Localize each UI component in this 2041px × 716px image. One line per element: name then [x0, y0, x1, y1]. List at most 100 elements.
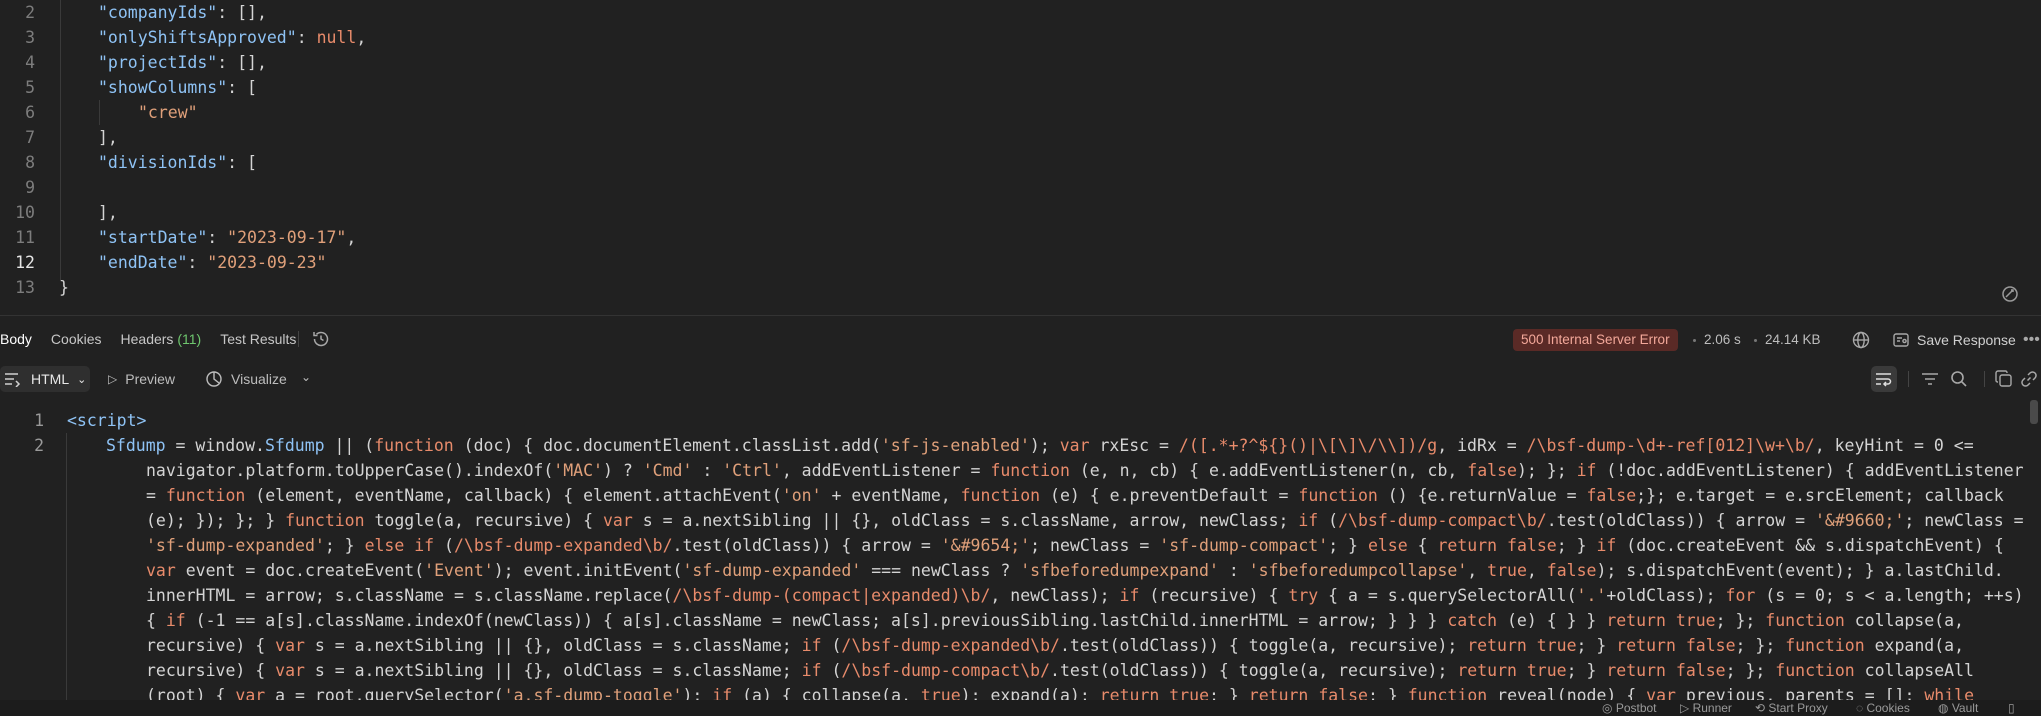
chevron-down-icon: ⌄: [77, 373, 87, 386]
statusbar-trash[interactable]: ▯: [2008, 701, 2015, 716]
preview-button[interactable]: ▷ Preview: [108, 366, 175, 392]
code-token: previous, parents = [];: [1675, 686, 1925, 700]
link-icon[interactable]: [2018, 368, 2040, 390]
line-number: 10: [15, 203, 35, 222]
code-token: rxEsc =: [1089, 436, 1179, 455]
wrap-lines-button[interactable]: [1871, 366, 1897, 392]
code-token: .test(oldClass)) { toggle(a, recursive);: [1050, 661, 1458, 680]
code-token: ,: [356, 28, 367, 47]
code-token: s = a.nextSibling || {}, oldClass = s.cl…: [632, 511, 1299, 530]
visualize-button[interactable]: Visualize: [205, 366, 287, 392]
code-token: return: [1606, 611, 1666, 630]
code-token: return: [1099, 686, 1160, 700]
code-token: collapseAll: [1854, 661, 1974, 680]
format-select[interactable]: HTML ⌄: [0, 366, 90, 392]
statusbar-start-proxy[interactable]: ⟲ Start Proxy: [1755, 701, 1828, 716]
response-tabs: Body Cookies Headers (11) Test Results: [0, 326, 315, 352]
pane-divider[interactable]: [0, 315, 2041, 316]
filter-icon[interactable]: [1919, 368, 1941, 390]
code-token: false: [1586, 486, 1637, 505]
tab-separator: [298, 331, 299, 347]
tab-cookies[interactable]: Cookies: [51, 331, 102, 347]
code-token: ],: [98, 203, 118, 222]
code-token: : [: [227, 153, 257, 172]
code-token: false: [1675, 661, 1726, 680]
code-token: function: [374, 436, 454, 455]
statusbar-runner[interactable]: ▷ Runner: [1680, 701, 1732, 716]
code-text: <script>: [67, 408, 146, 433]
tab-body[interactable]: Body: [0, 331, 32, 347]
code-token: );: [682, 686, 713, 700]
code-token: /\bsf-dump-(compact|expanded)\b/: [672, 586, 991, 605]
save-response-button[interactable]: Save Response: [1917, 329, 2016, 351]
code-token: "showColumns": [98, 78, 228, 97]
statusbar-vault[interactable]: ◍ Vault: [1938, 701, 1978, 716]
indent-guide: [66, 433, 67, 700]
code-token: navigator.platform.toUpperCase().indexOf…: [146, 461, 554, 480]
code-token: ,: [1526, 561, 1547, 580]
code-token: "companyIds": [98, 3, 218, 22]
response-size[interactable]: 24.14 KB: [1765, 329, 1821, 351]
code-text: recursive) { var s = a.nextSibling || {}…: [146, 633, 1964, 658]
visualize-label: Visualize: [231, 371, 287, 387]
globe-icon[interactable]: [1851, 330, 1871, 350]
code-token: function: [285, 511, 365, 530]
code-token: var: [146, 561, 176, 580]
line-number: 7: [25, 128, 35, 147]
statusbar-postbot[interactable]: ◎ Postbot: [1602, 701, 1657, 716]
proxy-icon: ⟲: [1755, 701, 1769, 715]
code-token: toggle(a, recursive) {: [364, 511, 603, 530]
code-token: ; newClass =: [1030, 536, 1160, 555]
copy-icon[interactable]: [1993, 368, 2015, 390]
vertical-scrollbar[interactable]: [2030, 400, 2038, 700]
response-time[interactable]: 2.06 s: [1704, 329, 1741, 351]
code-token: var: [275, 636, 305, 655]
code-token: "crew": [138, 103, 198, 122]
code-token: ;}; e.target = e.srcElement; callback: [1636, 486, 2004, 505]
statusbar-cookies[interactable]: ◌ Cookies: [1856, 701, 1910, 716]
code-token: ; }: [1566, 661, 1607, 680]
code-token: (-1 == a[s].className.indexOf(newClass))…: [185, 611, 1448, 630]
code-token: 'sf-dump-expanded': [146, 536, 325, 555]
response-body-editor[interactable]: 1 <script> 2 Sfdump = window.Sfdump || (fun…: [0, 400, 2041, 700]
code-text: { if (-1 == a[s].className.indexOf(newCl…: [146, 608, 1964, 633]
status-badge[interactable]: 500 Internal Server Error: [1513, 329, 1678, 351]
code-token: : [: [227, 78, 257, 97]
code-token: ; };: [1715, 611, 1766, 630]
code-token: if: [1576, 461, 1597, 480]
scrollbar-thumb[interactable]: [2030, 400, 2038, 424]
code-token: (doc) { doc.documentElement.classList.ad…: [453, 436, 881, 455]
beautify-button[interactable]: [1996, 280, 2024, 308]
vault-icon: ◍: [1938, 701, 1952, 715]
code-token: var: [1646, 686, 1676, 700]
code-token: true: [1169, 686, 1210, 700]
code-token: function: [165, 486, 246, 505]
code-token: var: [235, 686, 266, 700]
code-text: "endDate": "2023-09-23": [98, 250, 327, 275]
indent-guide: [60, 0, 61, 280]
request-body-editor[interactable]: 2 "companyIds": [], 3 "onlyShiftsApproved":…: [0, 0, 2041, 315]
code-token: 'sf-dump-expanded': [682, 561, 862, 580]
history-icon[interactable]: [311, 329, 331, 349]
code-token: "2023-09-17": [227, 228, 347, 247]
code-text: ],: [98, 125, 118, 150]
code-token: () {e.returnValue =: [1377, 486, 1587, 505]
code-token: ,: [1467, 561, 1488, 580]
chevron-down-icon[interactable]: ⌄: [301, 370, 311, 384]
code-token: "startDate": [98, 228, 208, 247]
code-token: expand(a,: [1864, 636, 1965, 655]
status-bar: ◎ Postbot ▷ Runner ⟲ Start Proxy ◌ Cooki…: [0, 700, 2041, 716]
code-token: innerHTML = arrow; s.className = s.class…: [146, 586, 673, 605]
more-options-icon[interactable]: •••: [2023, 329, 2040, 351]
line-number: 5: [25, 78, 35, 97]
code-text: 'sf-dump-expanded'; } else if (/\bsf-dum…: [146, 533, 2004, 558]
tab-headers[interactable]: Headers (11): [121, 331, 202, 347]
code-token: (root) {: [146, 686, 236, 700]
save-icon: [1892, 331, 1910, 349]
code-text: ],: [98, 200, 118, 225]
search-icon[interactable]: [1948, 368, 1970, 390]
code-token: var: [602, 511, 633, 530]
code-token: ; }: [1576, 636, 1617, 655]
tab-test-results[interactable]: Test Results: [220, 331, 296, 347]
